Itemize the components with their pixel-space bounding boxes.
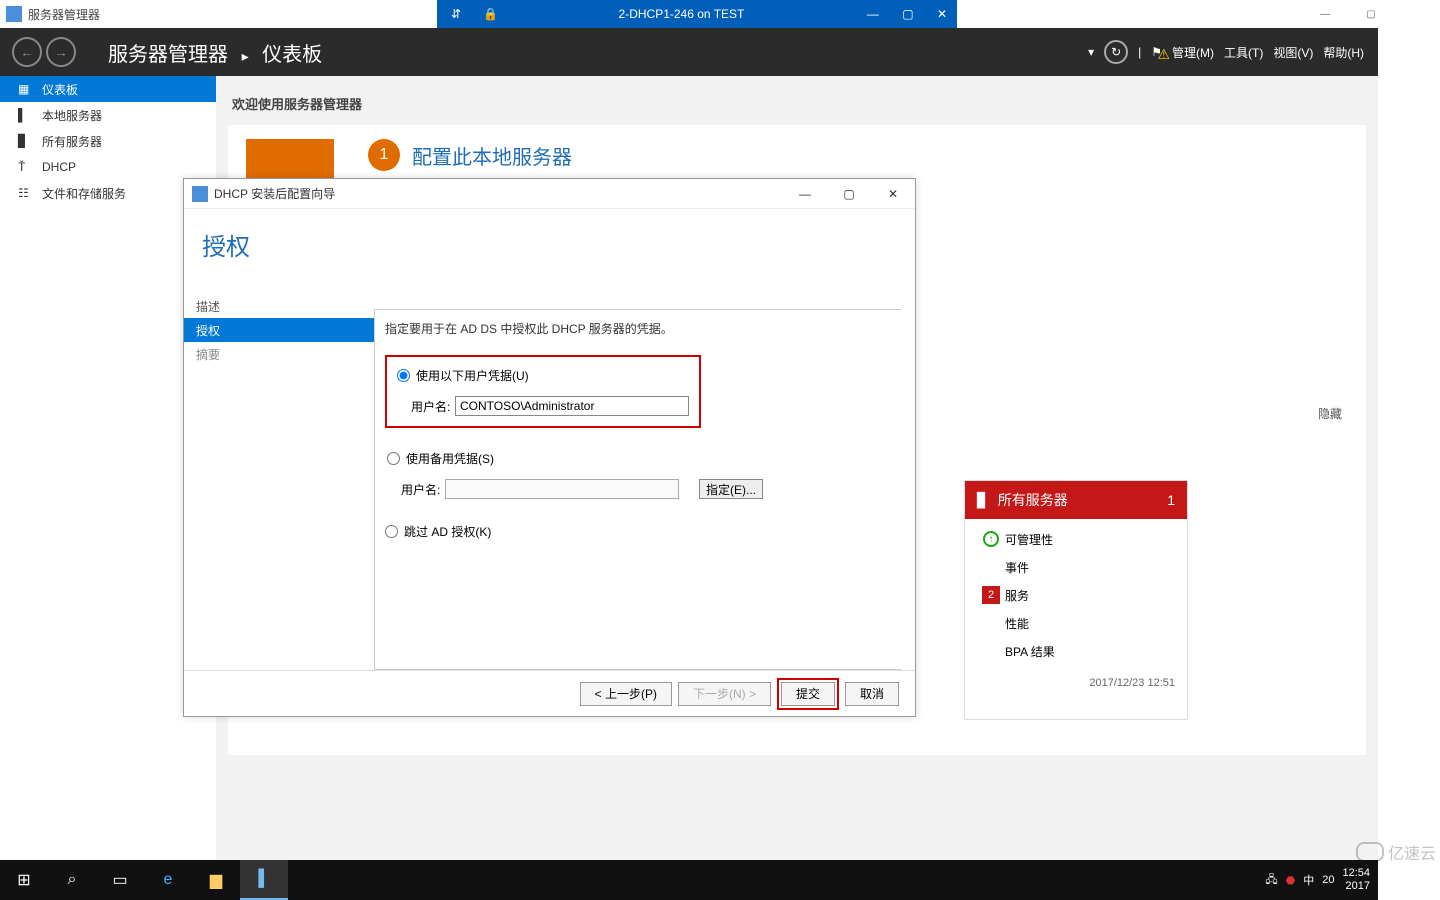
notifications-flag-icon[interactable]: ⚑⚠ xyxy=(1151,45,1162,59)
previous-button[interactable]: < 上一步(P) xyxy=(580,682,672,706)
radio-skip-ad-authorization[interactable] xyxy=(385,525,398,538)
search-button[interactable]: ⌕ xyxy=(48,860,96,900)
quickstart-banner xyxy=(246,139,334,179)
cancel-button[interactable]: 取消 xyxy=(845,682,899,706)
alt-username-input xyxy=(445,479,679,499)
tile-title: 所有服务器 xyxy=(998,490,1068,510)
sidebar-item-all-servers[interactable]: ▊所有服务器 xyxy=(0,128,216,154)
alert-badge: 2 xyxy=(982,586,1000,604)
highlighted-option: 使用以下用户凭据(U) 用户名: xyxy=(385,355,701,428)
tile-row-performance[interactable]: 性能 xyxy=(965,609,1187,637)
menu-tools[interactable]: 工具(T) xyxy=(1224,44,1263,61)
radio-label-alternate: 使用备用凭据(S) xyxy=(406,450,494,467)
dialog-title: DHCP 安装后配置向导 xyxy=(214,185,335,202)
dropdown-icon[interactable]: ▾ xyxy=(1088,45,1094,59)
sidebar-item-dashboard[interactable]: ▦仪表板 xyxy=(0,76,216,102)
alt-username-label: 用户名: xyxy=(401,481,445,498)
tile-count: 1 xyxy=(1167,492,1175,508)
sidebar-item-local-server[interactable]: ▌本地服务器 xyxy=(0,102,216,128)
step-number-badge: 1 xyxy=(368,139,400,171)
tray-net-text: 20 xyxy=(1322,874,1334,886)
app-titlebar: 服务器管理器 xyxy=(0,0,100,28)
dhcp-wizard-icon xyxy=(192,186,208,202)
tile-timestamp: 2017/12/23 12:51 xyxy=(965,671,1187,695)
servers-icon: ▊ xyxy=(977,492,988,509)
tile-all-servers[interactable]: ▊ 所有服务器 1 ↑可管理性 事件 2服务 性能 BPA 结果 2017/12… xyxy=(964,480,1188,720)
vm-title: 2-DHCP1-246 on TEST xyxy=(506,7,857,21)
vm-titlebar: ⇵ 🔒 2-DHCP1-246 on TEST — ▢ ✕ xyxy=(437,0,957,28)
tray-ime[interactable]: 中 xyxy=(1303,872,1314,888)
dashboard-icon: ▦ xyxy=(18,82,34,96)
next-button: 下一步(N) > xyxy=(678,682,771,706)
menu-help[interactable]: 帮助(H) xyxy=(1323,44,1364,61)
tile-row-events[interactable]: 事件 xyxy=(965,553,1187,581)
dhcp-icon: Ť xyxy=(18,160,34,174)
status-ok-icon: ↑ xyxy=(983,531,999,547)
tray-alert-icon[interactable]: ⬣ xyxy=(1286,874,1296,887)
tray-network-icon[interactable]: 🖧 xyxy=(1265,871,1277,890)
task-view-button[interactable]: ▭ xyxy=(96,860,144,900)
tile-row-manageability[interactable]: ↑可管理性 xyxy=(965,525,1187,553)
app-header: ← → 服务器管理器 ▸ 仪表板 ▾ ↻ | ⚑⚠ 管理(M) 工具(T) 视图… xyxy=(0,28,1378,76)
taskbar-explorer-icon[interactable]: ▆ xyxy=(192,860,240,900)
breadcrumb-page: 仪表板 xyxy=(262,44,322,66)
minimize-button[interactable]: — xyxy=(1302,0,1348,28)
menu-view[interactable]: 视图(V) xyxy=(1273,44,1313,61)
nav-back-button[interactable]: ← xyxy=(12,37,42,67)
radio-label-use-following: 使用以下用户凭据(U) xyxy=(416,367,529,384)
dhcp-config-wizard-dialog: DHCP 安装后配置向导 — ▢ ✕ 授权 描述 授权 摘要 指定要用于在 AD… xyxy=(183,178,916,717)
specify-button[interactable]: 指定(E)... xyxy=(699,479,763,499)
step-configure-link[interactable]: 配置此本地服务器 xyxy=(412,141,572,170)
radio-use-following-credentials[interactable] xyxy=(397,369,410,382)
pin-icon[interactable]: ⇵ xyxy=(437,7,475,21)
servers-icon: ▊ xyxy=(18,134,34,148)
chevron-right-icon: ▸ xyxy=(242,48,249,64)
tile-row-services[interactable]: 2服务 xyxy=(965,581,1187,609)
radio-use-alternate-credentials[interactable] xyxy=(387,452,400,465)
taskbar-server-manager-icon[interactable]: ▌ xyxy=(240,860,288,900)
commit-button[interactable]: 提交 xyxy=(781,682,835,706)
breadcrumb-root[interactable]: 服务器管理器 xyxy=(108,44,228,66)
radio-label-skip: 跳过 AD 授权(K) xyxy=(404,523,491,540)
dialog-heading: 授权 xyxy=(202,227,374,262)
vm-maximize-button[interactable]: ▢ xyxy=(892,7,923,21)
username-input[interactable] xyxy=(455,396,689,416)
taskbar-ie-icon[interactable]: e xyxy=(144,860,192,900)
warning-icon: ⚠ xyxy=(1157,46,1170,63)
dialog-minimize-button[interactable]: — xyxy=(783,179,827,209)
sidebar-item-dhcp[interactable]: ŤDHCP xyxy=(0,154,216,180)
dialog-close-button[interactable]: ✕ xyxy=(871,179,915,209)
start-button[interactable]: ⊞ xyxy=(0,860,48,900)
wizard-step-description[interactable]: 描述 xyxy=(184,294,374,318)
menu-manage[interactable]: 管理(M) xyxy=(1172,44,1214,61)
lock-icon[interactable]: 🔒 xyxy=(475,7,506,21)
watermark-logo-icon xyxy=(1356,842,1384,862)
dialog-footer: < 上一步(P) 下一步(N) > 提交 取消 xyxy=(184,670,915,716)
refresh-icon[interactable]: ↻ xyxy=(1104,40,1128,64)
server-manager-icon xyxy=(6,6,22,22)
tile-row-bpa[interactable]: BPA 结果 xyxy=(965,637,1187,665)
breadcrumb: 服务器管理器 ▸ 仪表板 xyxy=(108,38,322,67)
hide-link[interactable]: 隐藏 xyxy=(1318,405,1342,422)
username-label: 用户名: xyxy=(411,398,455,415)
welcome-heading: 欢迎使用服务器管理器 xyxy=(228,88,1366,125)
vm-close-button[interactable]: ✕ xyxy=(927,7,957,21)
storage-icon: ☷ xyxy=(18,186,34,200)
server-icon: ▌ xyxy=(18,108,34,122)
vm-minimize-button[interactable]: — xyxy=(857,7,889,21)
dialog-titlebar[interactable]: DHCP 安装后配置向导 — ▢ ✕ xyxy=(184,179,915,209)
wizard-step-authorization[interactable]: 授权 xyxy=(184,318,374,342)
taskbar: ⊞ ⌕ ▭ e ▆ ▌ 🖧 ⬣ 中 20 12:54 2017 xyxy=(0,860,1378,900)
wizard-step-summary: 摘要 xyxy=(184,342,374,366)
tray-clock[interactable]: 12:54 2017 xyxy=(1342,867,1370,893)
dialog-description: 指定要用于在 AD DS 中授权此 DHCP 服务器的凭据。 xyxy=(385,320,891,337)
dialog-maximize-button[interactable]: ▢ xyxy=(827,179,871,209)
app-title: 服务器管理器 xyxy=(28,6,100,23)
nav-forward-button[interactable]: → xyxy=(46,37,76,67)
